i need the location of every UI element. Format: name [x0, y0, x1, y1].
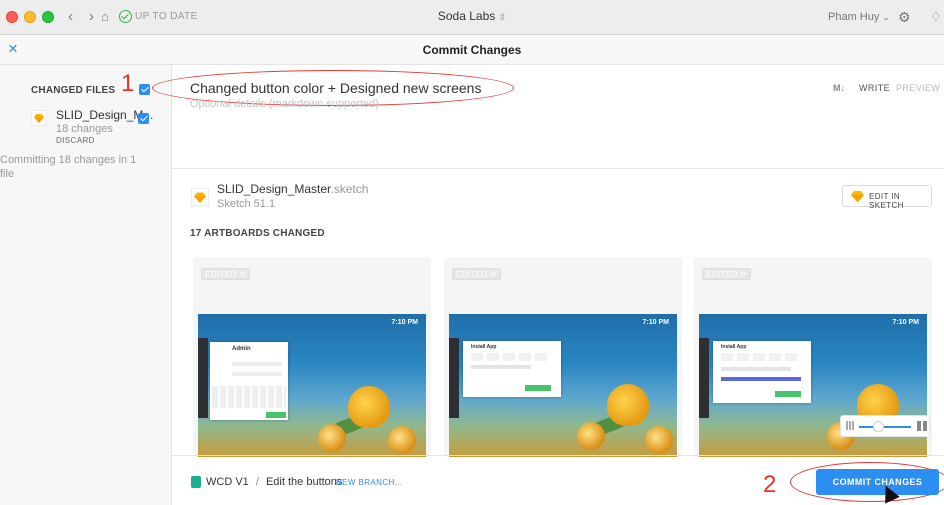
user-menu[interactable]: Pham Huy ⌄: [828, 11, 890, 23]
thumbnail-dock: [699, 338, 709, 418]
thumbnail-zoom-control[interactable]: [840, 415, 930, 437]
refresh-icon: ⟳: [740, 270, 748, 279]
user-name: Pham Huy: [828, 11, 880, 23]
commit-changes-button[interactable]: COMMIT CHANGES: [816, 469, 939, 495]
new-branch-link[interactable]: NEW BRANCH...: [336, 478, 403, 487]
tab-write[interactable]: WRITE: [859, 83, 890, 93]
edited-badge: EDITED ⟳: [452, 268, 502, 280]
select-all-checkbox[interactable]: [139, 84, 150, 95]
workspace-selector[interactable]: Soda Labs ⇳: [0, 9, 944, 23]
commit-summary: Committing 18 changes in 1 file: [0, 153, 160, 181]
sketch-icon: [851, 191, 864, 202]
commit-summary-text: Committing 18 changes in 1 file: [0, 154, 137, 180]
thumbnail-time: 7:10 PM: [391, 319, 418, 326]
document-basename: SLID_Design_Master: [217, 182, 331, 196]
refresh-icon: ⟳: [490, 270, 498, 279]
thumbnail-panel: Admin: [210, 342, 288, 420]
document-extension: .sketch: [330, 182, 369, 196]
artboard-card[interactable]: EDITED ⟳ 7:10 PM Admin: [193, 257, 431, 457]
thumbnail-panel-title: Admin: [232, 346, 251, 352]
divider: [172, 168, 944, 169]
artboards-heading: 17 ARTBOARDS CHANGED: [190, 228, 325, 239]
document-name: SLID_Design_Master.sketch: [217, 182, 368, 196]
artboard-thumbnail: 7:10 PM Admin: [198, 314, 426, 457]
edited-badge: EDITED ⟳: [201, 268, 251, 280]
commit-description-input[interactable]: Optional details (markdown supported): [190, 98, 379, 110]
refresh-icon: ⟳: [239, 270, 247, 279]
branch-description: Edit the buttons: [265, 476, 343, 488]
annotation-number-1: 1: [121, 70, 135, 97]
artboard-card[interactable]: EDITED ⟳ 7:10 PM Install App: [444, 257, 682, 457]
file-change-count: 18 changes: [56, 123, 113, 135]
sketch-file-icon: [191, 188, 209, 206]
page-title: Commit Changes: [422, 43, 522, 57]
edit-in-sketch-button[interactable]: EDIT IN SKETCH: [842, 185, 932, 210]
branch-name[interactable]: WCD V1: [206, 476, 249, 488]
file-checkbox[interactable]: [138, 113, 149, 124]
thumbnail-time: 7:10 PM: [892, 319, 919, 326]
thumbnail-time: 7:10 PM: [642, 319, 669, 326]
grid-small-icon: [846, 421, 855, 430]
thumbnail-dock: [449, 338, 459, 418]
edited-label: EDITED: [706, 270, 738, 279]
thumbnail-dock: [198, 338, 208, 418]
thumbnail-panel: Install App: [463, 341, 561, 397]
changed-files-heading: CHANGED FILES: [31, 85, 116, 96]
edited-label: EDITED: [205, 270, 237, 279]
chevron-down-icon: ⌄: [882, 12, 890, 22]
commit-summary-input[interactable]: Changed button color + Designed new scre…: [190, 80, 481, 96]
zoom-slider-track[interactable]: [859, 426, 911, 428]
breadcrumb-separator: /: [255, 476, 259, 488]
divider: [172, 455, 944, 456]
document-version: Sketch 51.1: [217, 198, 276, 210]
changed-files-sidebar: CHANGED FILES SLID_Design_M... 18 change…: [0, 65, 172, 505]
branch-breadcrumb: WCD V1 / Edit the buttons: [206, 476, 342, 488]
updown-caret-icon: ⇳: [498, 12, 507, 22]
thumbnail-panel-title: Install App: [471, 344, 497, 350]
workspace-name: Soda Labs: [437, 9, 496, 23]
grid-large-icon: [917, 421, 927, 431]
tab-preview[interactable]: PREVIEW: [896, 83, 940, 93]
sketch-file-icon: [31, 110, 47, 126]
thumbnail-panel-title: Install App: [721, 344, 747, 350]
artboard-thumbnail: 7:10 PM Install App: [449, 314, 677, 457]
edited-label: EDITED: [456, 270, 488, 279]
edit-in-sketch-label: EDIT IN SKETCH: [869, 192, 904, 210]
markdown-icon: M↓: [833, 83, 845, 93]
gear-icon[interactable]: ⚙: [898, 8, 911, 26]
discard-link[interactable]: DISCARD: [56, 136, 95, 145]
window-titlebar: ‹ › ⌂ UP TO DATE Soda Labs ⇳ Pham Huy ⌄ …: [0, 0, 944, 35]
annotation-number-2: 2: [763, 471, 777, 498]
edited-badge: EDITED ⟳: [702, 268, 752, 280]
dialog-header: × Commit Changes: [0, 35, 944, 65]
branch-icon: [191, 476, 201, 488]
thumbnail-panel: Install App: [713, 341, 811, 403]
zoom-slider-handle[interactable]: [873, 421, 884, 432]
bell-icon[interactable]: ♢: [930, 8, 942, 26]
